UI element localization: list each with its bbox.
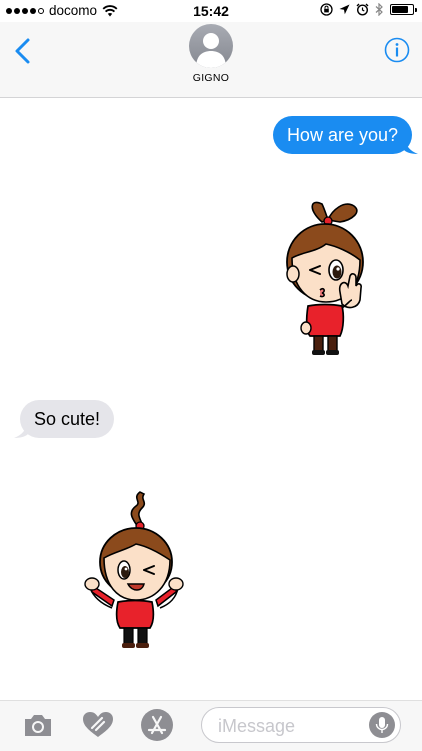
- digital-touch-button[interactable]: [82, 711, 114, 744]
- message-input[interactable]: [216, 708, 360, 744]
- microphone-icon: [375, 717, 389, 733]
- app-store-button[interactable]: [140, 708, 174, 747]
- contact-info[interactable]: GIGNO: [0, 22, 422, 84]
- alarm-icon: [356, 3, 369, 16]
- bluetooth-icon: [375, 3, 383, 16]
- camera-icon: [25, 715, 51, 736]
- info-button[interactable]: [384, 37, 410, 63]
- girl-winking-waving-sticker[interactable]: [270, 200, 370, 363]
- avatar[interactable]: [189, 24, 233, 68]
- message-text: How are you?: [286, 125, 398, 145]
- camera-button[interactable]: [22, 711, 54, 744]
- person-silhouette-icon: [196, 33, 226, 68]
- status-bar: docomo 15:42: [0, 0, 422, 22]
- outgoing-message-bubble[interactable]: How are you?: [272, 116, 418, 154]
- bubble-tail: [14, 422, 28, 438]
- digital-touch-icon: [83, 712, 113, 737]
- info-icon: [384, 37, 410, 63]
- bubble-tail: [404, 138, 418, 154]
- girl-cheering-sticker[interactable]: [84, 490, 184, 657]
- message-input-bar: [0, 700, 422, 751]
- battery-icon: [390, 4, 417, 15]
- conversation-header: GIGNO: [0, 22, 422, 98]
- microphone-button[interactable]: [369, 712, 395, 738]
- rotation-lock-icon: [320, 3, 333, 16]
- incoming-message-bubble[interactable]: So cute!: [14, 400, 115, 438]
- imessage-field[interactable]: [201, 707, 401, 744]
- contact-name[interactable]: GIGNO: [0, 72, 422, 84]
- message-text: So cute!: [34, 409, 101, 429]
- status-right: [320, 3, 417, 16]
- app-store-icon: [141, 709, 173, 741]
- location-icon: [339, 4, 350, 15]
